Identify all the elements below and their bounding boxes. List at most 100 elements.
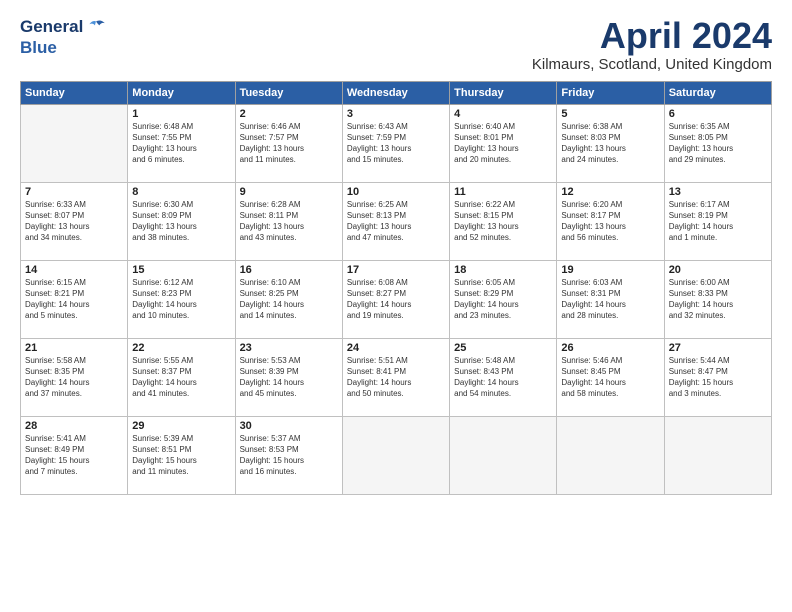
day-number: 22 [132, 342, 230, 354]
table-cell: 15Sunrise: 6:12 AMSunset: 8:23 PMDayligh… [128, 260, 235, 338]
table-cell: 21Sunrise: 5:58 AMSunset: 8:35 PMDayligh… [21, 338, 128, 416]
table-cell: 27Sunrise: 5:44 AMSunset: 8:47 PMDayligh… [664, 338, 771, 416]
day-info: Sunrise: 5:41 AMSunset: 8:49 PMDaylight:… [25, 433, 123, 478]
day-number: 4 [454, 108, 552, 120]
table-cell: 8Sunrise: 6:30 AMSunset: 8:09 PMDaylight… [128, 182, 235, 260]
table-cell: 2Sunrise: 6:46 AMSunset: 7:57 PMDaylight… [235, 104, 342, 182]
col-sunday: Sunday [21, 81, 128, 104]
table-cell: 19Sunrise: 6:03 AMSunset: 8:31 PMDayligh… [557, 260, 664, 338]
day-info: Sunrise: 5:46 AMSunset: 8:45 PMDaylight:… [561, 355, 659, 400]
day-number: 1 [132, 108, 230, 120]
table-cell: 1Sunrise: 6:48 AMSunset: 7:55 PMDaylight… [128, 104, 235, 182]
day-number: 11 [454, 186, 552, 198]
day-info: Sunrise: 5:51 AMSunset: 8:41 PMDaylight:… [347, 355, 445, 400]
day-info: Sunrise: 6:05 AMSunset: 8:29 PMDaylight:… [454, 277, 552, 322]
day-number: 6 [669, 108, 767, 120]
table-cell: 7Sunrise: 6:33 AMSunset: 8:07 PMDaylight… [21, 182, 128, 260]
day-number: 20 [669, 264, 767, 276]
day-number: 13 [669, 186, 767, 198]
day-number: 3 [347, 108, 445, 120]
day-info: Sunrise: 6:40 AMSunset: 8:01 PMDaylight:… [454, 121, 552, 166]
table-cell [450, 416, 557, 494]
day-info: Sunrise: 6:46 AMSunset: 7:57 PMDaylight:… [240, 121, 338, 166]
day-info: Sunrise: 5:37 AMSunset: 8:53 PMDaylight:… [240, 433, 338, 478]
day-info: Sunrise: 6:28 AMSunset: 8:11 PMDaylight:… [240, 199, 338, 244]
table-cell: 18Sunrise: 6:05 AMSunset: 8:29 PMDayligh… [450, 260, 557, 338]
calendar-table: Sunday Monday Tuesday Wednesday Thursday… [20, 81, 772, 495]
day-info: Sunrise: 6:33 AMSunset: 8:07 PMDaylight:… [25, 199, 123, 244]
day-number: 14 [25, 264, 123, 276]
col-tuesday: Tuesday [235, 81, 342, 104]
col-thursday: Thursday [450, 81, 557, 104]
calendar-week-row: 1Sunrise: 6:48 AMSunset: 7:55 PMDaylight… [21, 104, 772, 182]
table-cell: 3Sunrise: 6:43 AMSunset: 7:59 PMDaylight… [342, 104, 449, 182]
col-monday: Monday [128, 81, 235, 104]
day-info: Sunrise: 6:25 AMSunset: 8:13 PMDaylight:… [347, 199, 445, 244]
table-cell: 23Sunrise: 5:53 AMSunset: 8:39 PMDayligh… [235, 338, 342, 416]
day-info: Sunrise: 6:10 AMSunset: 8:25 PMDaylight:… [240, 277, 338, 322]
day-info: Sunrise: 6:35 AMSunset: 8:05 PMDaylight:… [669, 121, 767, 166]
day-info: Sunrise: 5:44 AMSunset: 8:47 PMDaylight:… [669, 355, 767, 400]
table-cell: 30Sunrise: 5:37 AMSunset: 8:53 PMDayligh… [235, 416, 342, 494]
logo-blue: Blue [20, 38, 107, 58]
table-cell: 4Sunrise: 6:40 AMSunset: 8:01 PMDaylight… [450, 104, 557, 182]
day-number: 30 [240, 420, 338, 432]
day-number: 23 [240, 342, 338, 354]
table-cell: 9Sunrise: 6:28 AMSunset: 8:11 PMDaylight… [235, 182, 342, 260]
day-number: 15 [132, 264, 230, 276]
day-info: Sunrise: 6:15 AMSunset: 8:21 PMDaylight:… [25, 277, 123, 322]
day-info: Sunrise: 5:53 AMSunset: 8:39 PMDaylight:… [240, 355, 338, 400]
day-info: Sunrise: 6:38 AMSunset: 8:03 PMDaylight:… [561, 121, 659, 166]
table-cell: 28Sunrise: 5:41 AMSunset: 8:49 PMDayligh… [21, 416, 128, 494]
day-info: Sunrise: 6:43 AMSunset: 7:59 PMDaylight:… [347, 121, 445, 166]
table-cell: 5Sunrise: 6:38 AMSunset: 8:03 PMDaylight… [557, 104, 664, 182]
table-cell [21, 104, 128, 182]
table-cell: 6Sunrise: 6:35 AMSunset: 8:05 PMDaylight… [664, 104, 771, 182]
table-cell: 29Sunrise: 5:39 AMSunset: 8:51 PMDayligh… [128, 416, 235, 494]
day-number: 25 [454, 342, 552, 354]
col-friday: Friday [557, 81, 664, 104]
table-cell [342, 416, 449, 494]
day-number: 2 [240, 108, 338, 120]
logo-general: General [20, 17, 83, 37]
day-info: Sunrise: 6:22 AMSunset: 8:15 PMDaylight:… [454, 199, 552, 244]
calendar-week-row: 28Sunrise: 5:41 AMSunset: 8:49 PMDayligh… [21, 416, 772, 494]
location: Kilmaurs, Scotland, United Kingdom [532, 56, 772, 73]
day-info: Sunrise: 6:08 AMSunset: 8:27 PMDaylight:… [347, 277, 445, 322]
day-info: Sunrise: 5:39 AMSunset: 8:51 PMDaylight:… [132, 433, 230, 478]
col-saturday: Saturday [664, 81, 771, 104]
table-cell [557, 416, 664, 494]
table-cell: 14Sunrise: 6:15 AMSunset: 8:21 PMDayligh… [21, 260, 128, 338]
calendar-header-row: Sunday Monday Tuesday Wednesday Thursday… [21, 81, 772, 104]
day-number: 16 [240, 264, 338, 276]
day-info: Sunrise: 6:03 AMSunset: 8:31 PMDaylight:… [561, 277, 659, 322]
page: General Blue April 2024 Kilmaurs, Scotla… [0, 0, 792, 505]
day-number: 26 [561, 342, 659, 354]
logo-bird-icon [85, 16, 107, 38]
table-cell: 17Sunrise: 6:08 AMSunset: 8:27 PMDayligh… [342, 260, 449, 338]
day-number: 18 [454, 264, 552, 276]
table-cell: 16Sunrise: 6:10 AMSunset: 8:25 PMDayligh… [235, 260, 342, 338]
day-info: Sunrise: 6:20 AMSunset: 8:17 PMDaylight:… [561, 199, 659, 244]
title-block: April 2024 Kilmaurs, Scotland, United Ki… [532, 16, 772, 73]
header: General Blue April 2024 Kilmaurs, Scotla… [20, 16, 772, 73]
table-cell: 26Sunrise: 5:46 AMSunset: 8:45 PMDayligh… [557, 338, 664, 416]
day-number: 24 [347, 342, 445, 354]
day-number: 19 [561, 264, 659, 276]
day-info: Sunrise: 5:48 AMSunset: 8:43 PMDaylight:… [454, 355, 552, 400]
day-number: 28 [25, 420, 123, 432]
month-title: April 2024 [532, 16, 772, 56]
calendar-week-row: 14Sunrise: 6:15 AMSunset: 8:21 PMDayligh… [21, 260, 772, 338]
calendar-week-row: 7Sunrise: 6:33 AMSunset: 8:07 PMDaylight… [21, 182, 772, 260]
table-cell: 22Sunrise: 5:55 AMSunset: 8:37 PMDayligh… [128, 338, 235, 416]
table-cell: 10Sunrise: 6:25 AMSunset: 8:13 PMDayligh… [342, 182, 449, 260]
day-number: 21 [25, 342, 123, 354]
day-number: 7 [25, 186, 123, 198]
day-number: 10 [347, 186, 445, 198]
day-number: 9 [240, 186, 338, 198]
day-number: 5 [561, 108, 659, 120]
day-info: Sunrise: 6:00 AMSunset: 8:33 PMDaylight:… [669, 277, 767, 322]
day-info: Sunrise: 5:55 AMSunset: 8:37 PMDaylight:… [132, 355, 230, 400]
table-cell [664, 416, 771, 494]
table-cell: 25Sunrise: 5:48 AMSunset: 8:43 PMDayligh… [450, 338, 557, 416]
